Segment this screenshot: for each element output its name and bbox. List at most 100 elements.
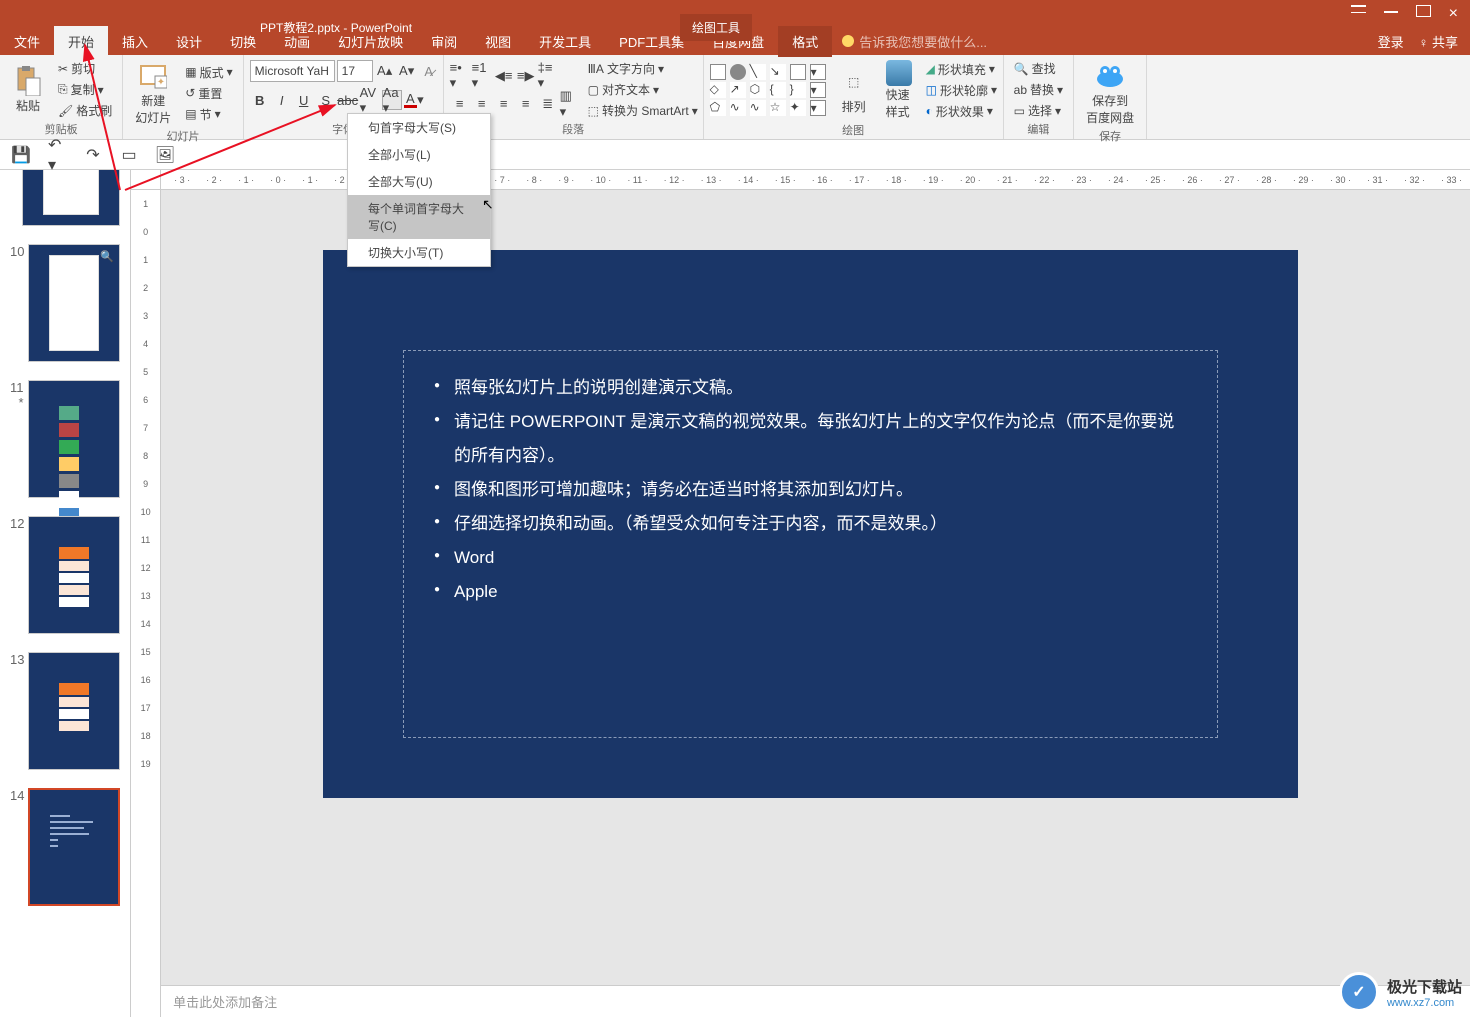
numbering-button[interactable]: ≡1 ▾ (472, 66, 492, 86)
align-left-button[interactable]: ≡ (450, 94, 470, 114)
italic-button[interactable]: I (272, 90, 292, 110)
smartart-button[interactable]: ⬚ 转换为 SmartArt ▾ (584, 101, 702, 120)
tab-developer[interactable]: 开发工具 (525, 26, 605, 57)
text-direction-button[interactable]: ⅢA 文字方向 ▾ (584, 59, 702, 78)
bullet-item[interactable]: 照每张幻灯片上的说明创建演示文稿。 (434, 371, 1187, 405)
cut-button[interactable]: ✂剪切 (54, 59, 116, 78)
slide-thumb-9[interactable] (10, 170, 120, 226)
qat-image-button[interactable]: 🖼 (156, 146, 174, 164)
shape-fill-button[interactable]: ◢形状填充 ▾ (922, 60, 1001, 79)
menu-toggle-case[interactable]: 切换大小写(T) (348, 239, 490, 266)
replace-button[interactable]: ab替换 ▾ (1010, 80, 1067, 99)
justify-button[interactable]: ≡ (516, 94, 536, 114)
content-text-box[interactable]: 照每张幻灯片上的说明创建演示文稿。请记住 POWERPOINT 是演示文稿的视觉… (403, 350, 1218, 738)
shape-effects-button[interactable]: ◐形状效果 ▾ (922, 102, 1001, 121)
font-name-combo[interactable]: Microsoft YaH (250, 60, 335, 82)
bullet-list[interactable]: 照每张幻灯片上的说明创建演示文稿。请记住 POWERPOINT 是演示文稿的视觉… (434, 371, 1187, 609)
decrease-indent-button[interactable]: ◀≡ (494, 66, 514, 86)
qat-new-button[interactable]: ▭ (120, 146, 138, 164)
outline-icon: ◫ (926, 83, 937, 97)
group-clipboard: 粘贴 ✂剪切 ⎘复制 ▾ 🖌格式刷 剪贴板 (0, 55, 123, 139)
change-case-button[interactable]: Aa ▾ (382, 90, 402, 110)
quick-styles-button[interactable]: 快速样式 (880, 58, 918, 122)
maximize-icon[interactable] (1416, 5, 1431, 17)
slide-editor: · 3 ·· 2 ·· 1 ·· 0 ·· 1 ·· 2 ·· 3 ·· 4 ·… (131, 170, 1470, 1017)
columns-button[interactable]: ▥ ▾ (560, 94, 580, 114)
align-right-button[interactable]: ≡ (494, 94, 514, 114)
tab-format[interactable]: 格式 (778, 26, 832, 57)
group-drawing: ╲↘▾ ◇↗⬡{}▾ ⬠∿∿☆✦▾ ⬚排列 快速样式 ◢形状填充 ▾ ◫形状轮廓… (704, 55, 1004, 139)
qat-redo-button[interactable]: ↷ (84, 146, 102, 164)
group-save: 保存到 百度网盘 保存 (1074, 55, 1147, 139)
font-size-combo[interactable]: 17 (337, 60, 373, 82)
section-icon: ▤ (185, 107, 196, 121)
layout-button[interactable]: ▦版式 ▾ (181, 63, 236, 82)
reset-icon: ↺ (185, 86, 195, 100)
minimize-icon[interactable] (1384, 5, 1398, 13)
tab-insert[interactable]: 插入 (108, 26, 162, 57)
tab-design[interactable]: 设计 (162, 26, 216, 57)
qat-undo-button[interactable]: ↶ ▾ (48, 146, 66, 164)
menu-capitalize-each[interactable]: 每个单词首字母大写(C) (348, 195, 490, 239)
group-slides: ✦ 新建 幻灯片 ▦版式 ▾ ↺重置 ▤节 ▾ 幻灯片 (123, 55, 243, 139)
bullet-item[interactable]: Word (434, 541, 1187, 575)
find-button[interactable]: 🔍查找 (1010, 59, 1067, 78)
copy-button[interactable]: ⎘复制 ▾ (54, 80, 116, 99)
change-case-menu: 句首字母大写(S) 全部小写(L) 全部大写(U) 每个单词首字母大写(C) 切… (347, 113, 491, 267)
new-slide-button[interactable]: ✦ 新建 幻灯片 (129, 58, 177, 128)
slide-canvas[interactable]: 照每张幻灯片上的说明创建演示文稿。请记住 POWERPOINT 是演示文稿的视觉… (323, 250, 1298, 798)
strikethrough-button[interactable]: abc (338, 90, 358, 110)
bullet-item[interactable]: 图像和图形可增加趣味；请务必在适当时将其添加到幻灯片。 (434, 473, 1187, 507)
save-baidu-button[interactable]: 保存到 百度网盘 (1080, 58, 1140, 128)
shapes-gallery[interactable]: ╲↘▾ ◇↗⬡{}▾ ⬠∿∿☆✦▾ (710, 64, 828, 116)
tab-home[interactable]: 开始 (54, 26, 108, 57)
slide-thumb-12[interactable]: 12 (10, 516, 120, 634)
menu-uppercase[interactable]: 全部大写(U) (348, 168, 490, 195)
quick-styles-icon (886, 60, 912, 86)
slide-thumb-14[interactable]: 14 (10, 788, 120, 906)
distribute-button[interactable]: ≣ (538, 94, 558, 114)
select-button[interactable]: ▭选择 ▾ (1010, 101, 1067, 120)
menu-sentence-case[interactable]: 句首字母大写(S) (348, 114, 490, 141)
close-icon[interactable]: × (1449, 5, 1458, 23)
line-spacing-button[interactable]: ‡≡ ▾ (538, 66, 558, 86)
bullet-item[interactable]: Apple (434, 575, 1187, 609)
share-button[interactable]: ♀ 共享 (1419, 32, 1458, 51)
increase-font-button[interactable]: A▴ (375, 61, 395, 81)
align-center-button[interactable]: ≡ (472, 94, 492, 114)
group-editing: 🔍查找 ab替换 ▾ ▭选择 ▾ 编辑 (1004, 55, 1074, 139)
login-link[interactable]: 登录 (1378, 32, 1404, 51)
format-painter-button[interactable]: 🖌格式刷 (54, 101, 116, 120)
clear-format-button[interactable]: A̷ (419, 61, 439, 81)
tell-me-search[interactable]: 告诉我您想要做什么... (842, 32, 987, 51)
bold-button[interactable]: B (250, 90, 270, 110)
align-text-button[interactable]: ▢ 对齐文本 ▾ (584, 80, 702, 99)
bullets-button[interactable]: ≡• ▾ (450, 66, 470, 86)
reset-button[interactable]: ↺重置 (181, 84, 236, 103)
decrease-font-button[interactable]: A▾ (397, 61, 417, 81)
slide-thumb-13[interactable]: 13 (10, 652, 120, 770)
menu-lowercase[interactable]: 全部小写(L) (348, 141, 490, 168)
vertical-ruler[interactable]: 1012345678910111213141516171819 (131, 190, 161, 1017)
arrange-icon: ⬚ (838, 66, 870, 98)
shape-outline-button[interactable]: ◫形状轮廓 ▾ (922, 81, 1001, 100)
char-spacing-button[interactable]: AV ▾ (360, 90, 380, 110)
slide-thumb-11[interactable]: 11* (10, 380, 120, 498)
tab-review[interactable]: 审阅 (417, 26, 471, 57)
ribbon-options-icon[interactable] (1351, 5, 1366, 13)
slide-thumbnails-panel[interactable]: 10 🔍 11* 12 13 14 (0, 170, 131, 1017)
font-color-button[interactable]: A ▾ (404, 90, 424, 110)
tab-view[interactable]: 视图 (471, 26, 525, 57)
slide-thumb-10[interactable]: 10 🔍 (10, 244, 120, 362)
bullet-item[interactable]: 请记住 POWERPOINT 是演示文稿的视觉效果。每张幻灯片上的文字仅作为论点… (434, 405, 1187, 473)
shadow-button[interactable]: S (316, 90, 336, 110)
qat-save-button[interactable]: 💾 (12, 146, 30, 164)
tab-file[interactable]: 文件 (0, 26, 54, 57)
bullet-item[interactable]: 仔细选择切换和动画。（希望受众如何专注于内容，而不是效果。） (434, 507, 1187, 541)
arrange-button[interactable]: ⬚排列 (832, 64, 876, 117)
section-button[interactable]: ▤节 ▾ (181, 105, 236, 124)
paste-button[interactable]: 粘贴 (6, 63, 50, 116)
increase-indent-button[interactable]: ≡▶ (516, 66, 536, 86)
notes-placeholder[interactable]: 单击此处添加备注 (161, 985, 1470, 1017)
underline-button[interactable]: U (294, 90, 314, 110)
